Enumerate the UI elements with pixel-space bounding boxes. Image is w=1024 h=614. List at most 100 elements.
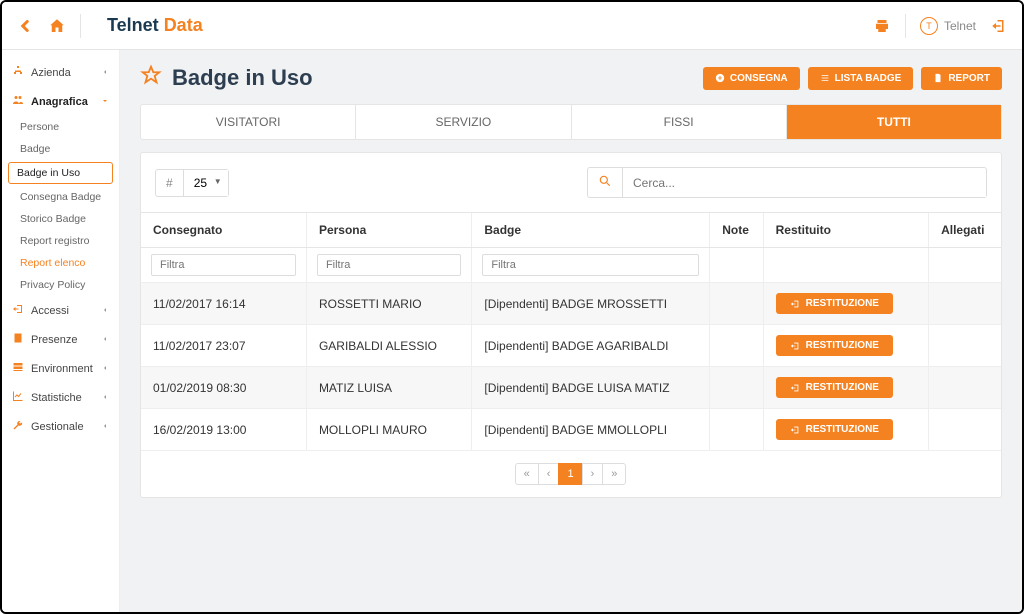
cell-badge: [Dipendenti] BADGE MROSSETTI [472, 283, 710, 325]
logo: Telnet Data [107, 15, 203, 36]
user-avatar: T [920, 17, 938, 35]
server-icon [12, 361, 24, 376]
cell-allegati [929, 283, 1001, 325]
sidebar-sub-report-elenco[interactable]: Report elenco [2, 252, 119, 274]
divider [80, 14, 81, 38]
sidebar-sub-persone[interactable]: Persone [2, 116, 119, 138]
consegna-button[interactable]: CONSEGNA [703, 67, 800, 90]
sidebar-item-label: Azienda [31, 67, 71, 79]
cell-restituito: RESTITUZIONE [763, 283, 928, 325]
chevron-left-icon [101, 305, 109, 317]
sidebar-sub-storico-badge[interactable]: Storico Badge [2, 208, 119, 230]
page-first[interactable]: « [515, 463, 539, 485]
sidebar-sub-badge[interactable]: Badge [2, 138, 119, 160]
sidebar-item-statistiche[interactable]: Statistiche [2, 383, 119, 412]
col-restituito[interactable]: Restituito [763, 213, 928, 248]
cell-consegnato: 01/02/2019 08:30 [141, 367, 306, 409]
pagination: « ‹ 1 › » [141, 451, 1001, 497]
sidebar-item-label: Accessi [31, 305, 69, 317]
cell-badge: [Dipendenti] BADGE LUISA MATIZ [472, 367, 710, 409]
cell-badge: [Dipendenti] BADGE AGARIBALDI [472, 325, 710, 367]
sidebar-item-label: Anagrafica [31, 96, 88, 108]
col-note[interactable]: Note [710, 213, 763, 248]
chevron-left-icon [101, 334, 109, 346]
sidebar-item-presenze[interactable]: Presenze [2, 325, 119, 354]
cell-persona: GARIBALDI ALESSIO [306, 325, 471, 367]
hash-label: # [156, 170, 184, 196]
chevron-left-icon [101, 392, 109, 404]
sidebar-item-anagrafica[interactable]: Anagrafica [2, 87, 119, 116]
tab-servizio[interactable]: SERVIZIO [356, 105, 571, 139]
col-allegati[interactable]: Allegati [929, 213, 1001, 248]
page-title: Badge in Uso [140, 64, 313, 92]
tab-tutti[interactable]: TUTTI [787, 105, 1001, 139]
cell-restituito: RESTITUZIONE [763, 409, 928, 451]
sidebar-sub-badge-in-uso[interactable]: Badge in Uso [8, 162, 113, 184]
chevron-down-icon [101, 96, 109, 108]
search-icon [588, 168, 623, 197]
sidebar-item-gestionale[interactable]: Gestionale [2, 412, 119, 441]
tab-fissi[interactable]: FISSI [572, 105, 787, 139]
back-icon[interactable] [16, 17, 34, 35]
chevron-left-icon [101, 67, 109, 79]
chart-icon [12, 390, 24, 405]
sitemap-icon [12, 65, 24, 80]
filter-consegnato[interactable] [151, 254, 296, 276]
page-next[interactable]: › [582, 463, 604, 485]
sidebar-item-azienda[interactable]: Azienda [2, 58, 119, 87]
lista-badge-button[interactable]: LISTA BADGE [808, 67, 914, 90]
table-row: 11/02/2017 23:07GARIBALDI ALESSIO[Dipend… [141, 325, 1001, 367]
star-icon[interactable] [140, 64, 162, 92]
sidebar-sub-consegna-badge[interactable]: Consegna Badge [2, 186, 119, 208]
col-badge[interactable]: Badge [472, 213, 710, 248]
sidebar-item-environment[interactable]: Environment [2, 354, 119, 383]
sidebar-sub-privacy-policy[interactable]: Privacy Policy [2, 274, 119, 296]
cell-persona: ROSSETTI MARIO [306, 283, 471, 325]
restituzione-button[interactable]: RESTITUZIONE [776, 377, 893, 398]
restituzione-button[interactable]: RESTITUZIONE [776, 335, 893, 356]
filter-persona[interactable] [317, 254, 461, 276]
sidebar-item-label: Presenze [31, 334, 77, 346]
sidebar-sub-report-registro[interactable]: Report registro [2, 230, 119, 252]
wrench-icon [12, 419, 24, 434]
cell-badge: [Dipendenti] BADGE MMOLLOPLI [472, 409, 710, 451]
sidebar-item-label: Gestionale [31, 421, 84, 433]
user-menu[interactable]: T Telnet [920, 17, 976, 35]
cell-allegati [929, 367, 1001, 409]
table-row: 16/02/2019 13:00MOLLOPLI MAURO[Dipendent… [141, 409, 1001, 451]
cell-note [710, 325, 763, 367]
user-label: Telnet [944, 19, 976, 33]
cell-allegati [929, 325, 1001, 367]
sidebar-item-label: Statistiche [31, 392, 82, 404]
login-icon [12, 303, 24, 318]
col-consegnato[interactable]: Consegnato [141, 213, 306, 248]
page-last[interactable]: » [602, 463, 626, 485]
users-icon [12, 94, 24, 109]
cell-persona: MATIZ LUISA [306, 367, 471, 409]
cell-note [710, 409, 763, 451]
cell-consegnato: 11/02/2017 23:07 [141, 325, 306, 367]
building-icon [12, 332, 24, 347]
page-size-select[interactable]: 25 [184, 170, 228, 196]
page-prev[interactable]: ‹ [538, 463, 560, 485]
chevron-left-icon [101, 421, 109, 433]
search-input[interactable] [623, 169, 986, 197]
page-1[interactable]: 1 [558, 463, 582, 485]
col-persona[interactable]: Persona [306, 213, 471, 248]
sidebar-item-label: Environment [31, 363, 93, 375]
filter-badge[interactable] [482, 254, 699, 276]
tab-visitatori[interactable]: VISITATORI [141, 105, 356, 139]
sidebar-item-accessi[interactable]: Accessi [2, 296, 119, 325]
cell-consegnato: 11/02/2017 16:14 [141, 283, 306, 325]
logout-icon[interactable] [990, 17, 1008, 35]
cell-allegati [929, 409, 1001, 451]
divider [905, 14, 906, 38]
table-row: 11/02/2017 16:14ROSSETTI MARIO[Dipendent… [141, 283, 1001, 325]
cell-persona: MOLLOPLI MAURO [306, 409, 471, 451]
restituzione-button[interactable]: RESTITUZIONE [776, 293, 893, 314]
restituzione-button[interactable]: RESTITUZIONE [776, 419, 893, 440]
page-size-selector: # 25 [155, 169, 229, 197]
home-icon[interactable] [48, 17, 66, 35]
print-icon[interactable] [873, 17, 891, 35]
report-button[interactable]: REPORT [921, 67, 1002, 90]
